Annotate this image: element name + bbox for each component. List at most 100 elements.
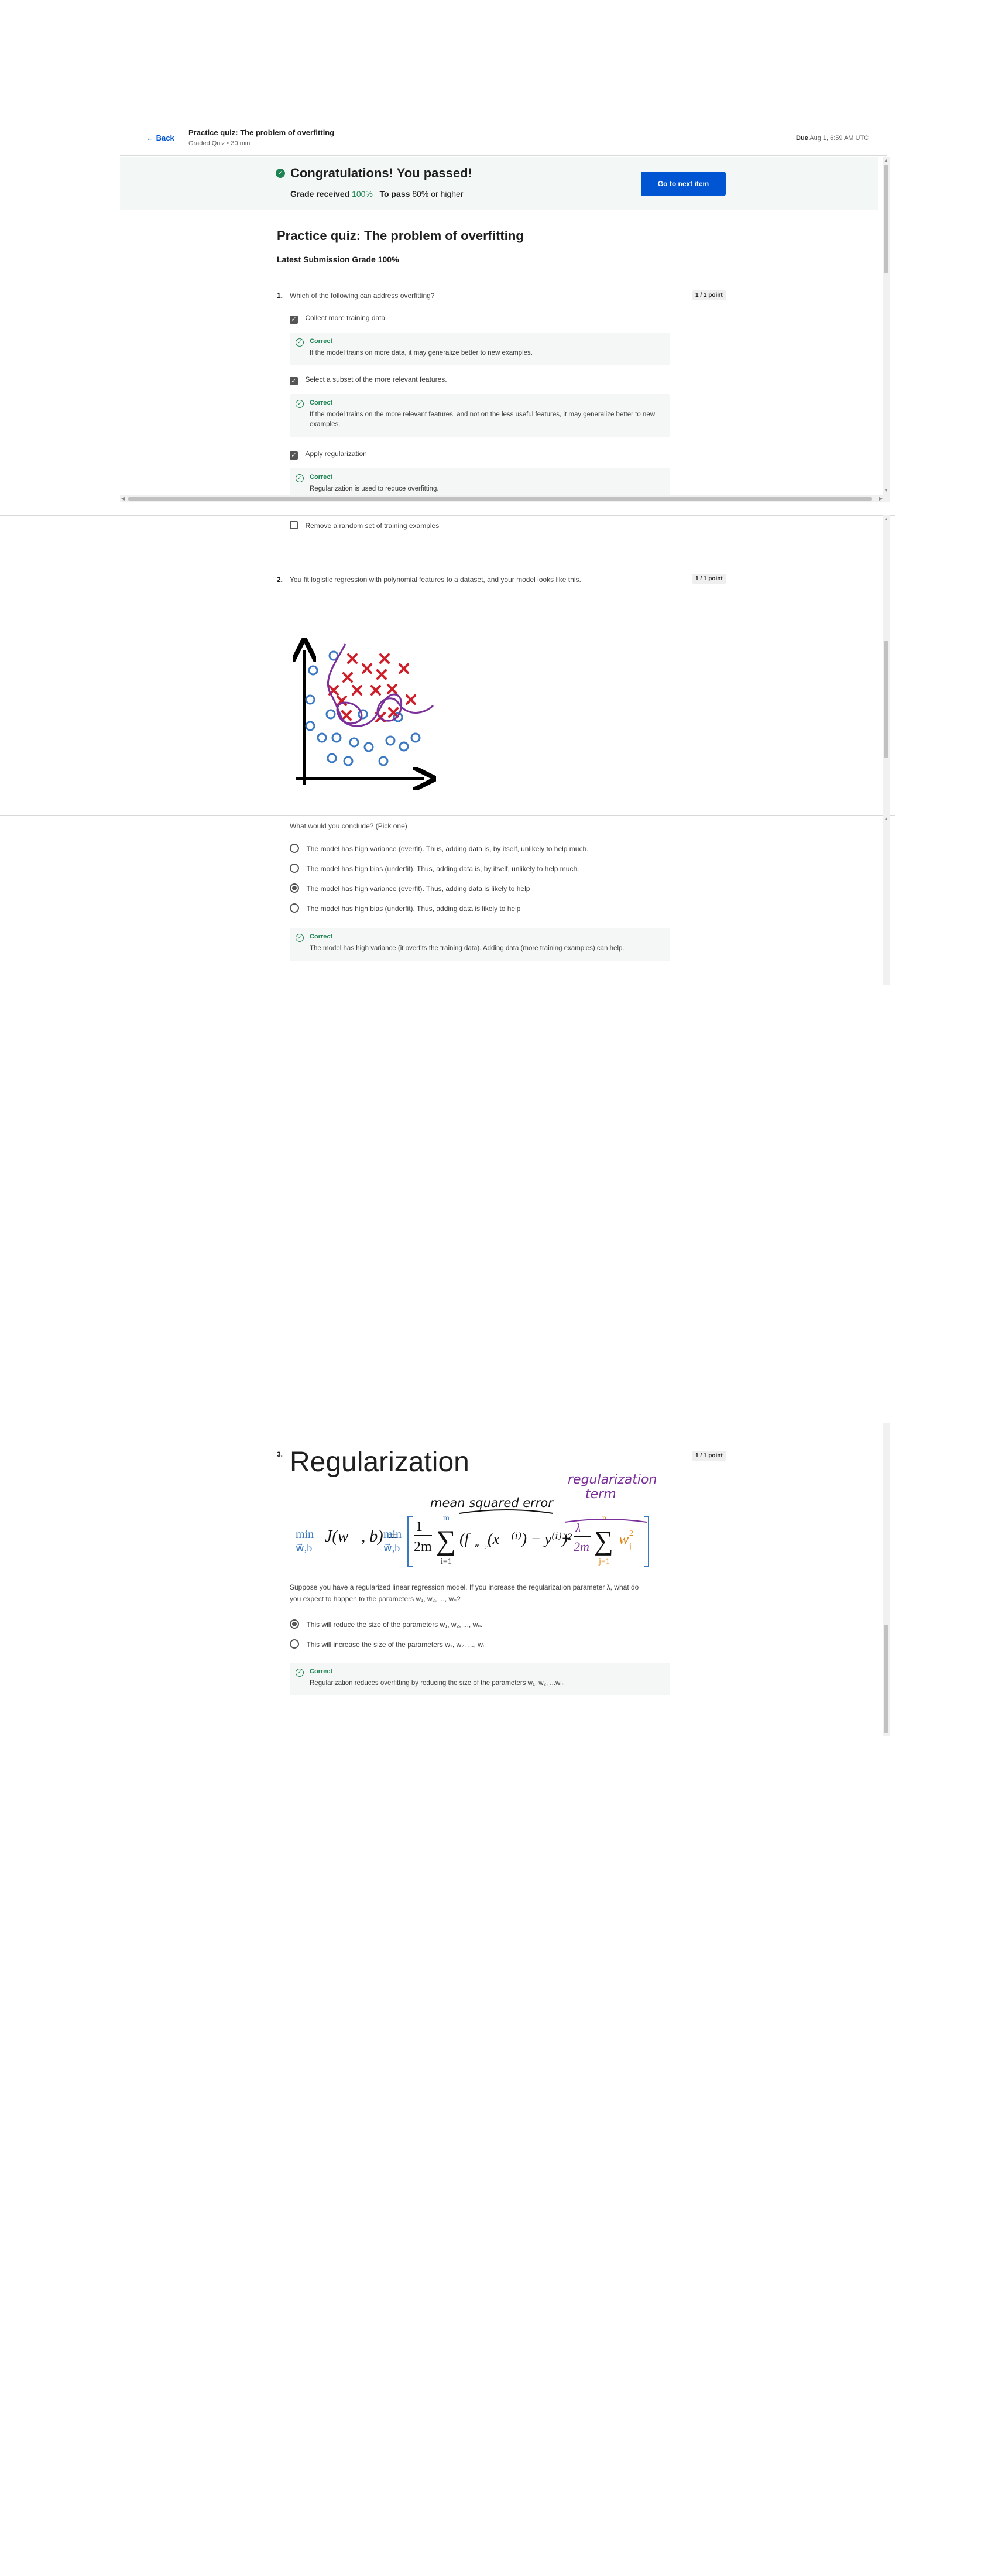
data-point-x bbox=[362, 663, 372, 674]
scroll-h-thumb[interactable] bbox=[128, 497, 872, 501]
scroll-thumb[interactable] bbox=[884, 165, 888, 273]
check-circle-icon: ✓ bbox=[276, 169, 285, 178]
radio-unselected-icon[interactable] bbox=[290, 1639, 299, 1649]
svg-text:min: min bbox=[383, 1528, 402, 1541]
checkbox-checked-icon[interactable] bbox=[290, 377, 298, 385]
check-icon: ✓ bbox=[296, 474, 304, 482]
checkbox-checked-icon[interactable] bbox=[290, 451, 298, 460]
quiz-frame-1[interactable]: ✓ Congratulations! You passed! Grade rec… bbox=[120, 157, 890, 502]
data-point-o bbox=[399, 741, 409, 752]
q3-option-2[interactable]: This will increase the size of the param… bbox=[290, 1639, 486, 1652]
feedback-text: If the model trains on the more relevant… bbox=[310, 411, 656, 428]
radio-selected-icon[interactable] bbox=[290, 883, 299, 893]
back-link[interactable]: ← Back bbox=[146, 133, 174, 142]
scroll-up-icon[interactable]: ▲ bbox=[884, 816, 888, 821]
svg-text:min: min bbox=[296, 1528, 314, 1541]
q2-option-1[interactable]: The model has high variance (overfit). T… bbox=[290, 844, 588, 856]
q2-option-2[interactable]: The model has high bias (underfit). Thus… bbox=[290, 864, 579, 876]
svg-text:2: 2 bbox=[629, 1529, 633, 1538]
svg-text:n: n bbox=[602, 1514, 606, 1523]
feedback-title: Correct bbox=[310, 933, 333, 940]
q2-number: 2. bbox=[277, 576, 283, 584]
svg-text:w: w bbox=[619, 1530, 629, 1547]
arrow-left-icon: ← bbox=[146, 133, 154, 142]
radio-unselected-icon[interactable] bbox=[290, 864, 299, 873]
q3-option-label: This will reduce the size of the paramet… bbox=[306, 1621, 483, 1629]
data-point-x bbox=[370, 685, 381, 696]
go-to-next-item-button[interactable]: Go to next item bbox=[641, 172, 726, 196]
scroll-thumb[interactable] bbox=[884, 641, 888, 758]
svg-text:i=1: i=1 bbox=[441, 1557, 452, 1566]
q3-text-2: you expect to happen to the parameters w… bbox=[290, 1595, 461, 1603]
svg-text:j: j bbox=[629, 1542, 632, 1551]
feedback-title: Correct bbox=[310, 1668, 333, 1675]
q2-prompt: What would you conclude? (Pick one) bbox=[290, 822, 407, 830]
feedback-text: Regularization reduces overfitting by re… bbox=[310, 1680, 565, 1687]
q1-option-label: Select a subset of the more relevant fea… bbox=[305, 375, 447, 383]
scroll-up-icon[interactable]: ▲ bbox=[884, 516, 888, 522]
feedback-text: Regularization is used to reduce overfit… bbox=[310, 485, 439, 492]
radio-unselected-icon[interactable] bbox=[290, 844, 299, 853]
vertical-scrollbar[interactable] bbox=[883, 1423, 890, 1736]
svg-text:2m: 2m bbox=[574, 1539, 589, 1554]
scroll-left-icon[interactable]: ◀ bbox=[121, 496, 125, 501]
checkbox-checked-icon[interactable] bbox=[290, 316, 298, 324]
q1-option-2[interactable]: Select a subset of the more relevant fea… bbox=[290, 375, 447, 386]
data-point-x bbox=[341, 710, 352, 721]
pass-value: 80% or higher bbox=[412, 189, 464, 198]
scroll-up-icon[interactable]: ▲ bbox=[884, 158, 888, 163]
svg-text:∑: ∑ bbox=[594, 1526, 613, 1556]
annotation-reg-1: regularization bbox=[568, 1472, 657, 1487]
q3-number: 3. bbox=[277, 1450, 283, 1458]
vertical-scrollbar[interactable]: ▲ bbox=[883, 515, 890, 815]
header-subtitle: Graded Quiz • 30 min bbox=[188, 140, 251, 147]
q3-option-1[interactable]: This will reduce the size of the paramet… bbox=[290, 1619, 482, 1632]
due-value: Aug 1, 6:59 AM UTC bbox=[809, 135, 869, 142]
data-point-o bbox=[410, 732, 421, 743]
svg-text:λ: λ bbox=[575, 1520, 581, 1535]
cost-function-formula: min w⃗,b J(w⃗, b) = min w⃗,b 1 2m ∑ i=1 … bbox=[296, 1509, 649, 1567]
regularization-slide: Regularization regularization term mean … bbox=[290, 1446, 670, 1578]
svg-text:∑: ∑ bbox=[436, 1525, 456, 1556]
data-point-x bbox=[387, 684, 397, 694]
horizontal-scrollbar[interactable]: ◀ ▶ bbox=[120, 495, 884, 502]
data-point-o bbox=[378, 756, 389, 766]
data-point-o bbox=[305, 721, 315, 731]
q2-option-3[interactable]: The model has high variance (overfit). T… bbox=[290, 883, 530, 896]
radio-unselected-icon[interactable] bbox=[290, 903, 299, 913]
scroll-thumb[interactable] bbox=[884, 1625, 888, 1733]
grade-value: 100% bbox=[352, 189, 373, 198]
scroll-down-icon[interactable]: ▼ bbox=[884, 488, 888, 493]
q3-option-label: This will increase the size of the param… bbox=[306, 1640, 486, 1649]
latest-submission: Latest Submission Grade 100% bbox=[277, 255, 399, 264]
slide-title: Regularization bbox=[290, 1447, 469, 1478]
scroll-right-icon[interactable]: ▶ bbox=[879, 496, 883, 501]
back-label: Back bbox=[156, 133, 174, 142]
data-point-o bbox=[308, 665, 318, 676]
vertical-scrollbar[interactable]: ▲ ▼ bbox=[883, 157, 890, 502]
q2-option-4[interactable]: The model has high bias (underfit). Thus… bbox=[290, 903, 520, 916]
pass-label: To pass bbox=[379, 189, 410, 198]
checkbox-unchecked-icon[interactable] bbox=[290, 521, 298, 529]
q3-points: 1 / 1 point bbox=[692, 1451, 726, 1461]
q3-text-1: Suppose you have a regularized linear re… bbox=[290, 1583, 639, 1591]
q1-option-3[interactable]: Apply regularization bbox=[290, 450, 367, 460]
check-icon: ✓ bbox=[296, 338, 304, 347]
feedback-text: If the model trains on more data, it may… bbox=[310, 350, 533, 357]
data-point-o bbox=[325, 709, 336, 720]
q1-option-label: Collect more training data bbox=[305, 314, 386, 322]
q1-option-1[interactable]: Collect more training data bbox=[290, 314, 385, 324]
data-point-o bbox=[331, 732, 342, 743]
feedback-text: The model has high variance (it overfits… bbox=[310, 945, 625, 952]
feedback-title: Correct bbox=[310, 338, 333, 345]
svg-text:(x⃗⁽ⁱ⁾) − y⁽ⁱ⁾)²: (x⃗⁽ⁱ⁾) − y⁽ⁱ⁾)² bbox=[488, 1530, 572, 1547]
overfit-scatter-illustration bbox=[290, 638, 459, 796]
q1-option-label: Remove a random set of training examples bbox=[305, 522, 440, 530]
annotation-reg-2: term bbox=[585, 1487, 616, 1502]
data-point-x bbox=[406, 694, 416, 705]
frame-separator bbox=[0, 815, 896, 816]
q1-option-4[interactable]: Remove a random set of training examples bbox=[290, 521, 439, 532]
q2-text: You fit logistic regression with polynom… bbox=[290, 576, 581, 584]
vertical-scrollbar[interactable]: ▲ bbox=[883, 815, 890, 985]
radio-selected-icon[interactable] bbox=[290, 1619, 299, 1629]
